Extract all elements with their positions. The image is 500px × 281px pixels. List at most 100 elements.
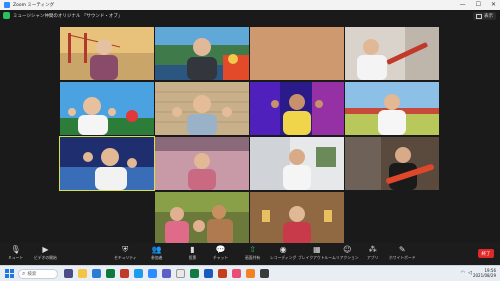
active-speaker-tile[interactable] — [59, 136, 155, 191]
participant-video — [250, 192, 344, 245]
security-button[interactable]: ⛨ セキュリティ — [114, 245, 137, 261]
record-icon: ◉ — [279, 245, 287, 254]
breakout-rooms-button[interactable]: ▦ ブレイクアウトルーム — [298, 245, 336, 261]
apps-icon: ⁂ — [368, 245, 377, 254]
excel-icon[interactable] — [190, 269, 199, 278]
participant-video — [155, 82, 249, 135]
chat-label: チャット — [213, 255, 229, 260]
participants-label: 参加者 — [151, 255, 163, 260]
participants-icon: 👥 — [151, 245, 162, 254]
file-explorer-icon[interactable] — [78, 269, 87, 278]
participant-video-tile[interactable] — [250, 27, 344, 80]
shield-icon: ⛨ — [122, 245, 129, 254]
taskbar-search[interactable]: ⌕ 検索 — [18, 269, 58, 279]
windows-taskbar: ⌕ 検索 ◠ ◁ 19:56 2021/08/29 — [0, 265, 500, 281]
share-screen-label: 画面共有 — [245, 255, 261, 260]
end-meeting-button[interactable]: 終了 — [478, 249, 494, 258]
participant-video-tile[interactable] — [345, 27, 439, 80]
mic-icon: 🎙 — [10, 245, 21, 254]
apps-button[interactable]: ⁂ アプリ — [367, 245, 378, 261]
meeting-gallery: ミュージシャン仲間のオリジナル 「サウンド・オブ」 表示 — [0, 10, 500, 245]
participant-video — [345, 137, 439, 190]
reaction-icon: ☺ — [343, 245, 352, 254]
participant-video — [250, 137, 344, 190]
wifi-icon[interactable]: ◠ — [461, 270, 465, 276]
edge-icon[interactable] — [134, 269, 143, 278]
participant-video — [155, 137, 249, 190]
encryption-shield-icon[interactable] — [3, 12, 10, 19]
maximize-button[interactable]: ☐ — [476, 1, 481, 9]
record-button[interactable]: ◉ レコーディング — [270, 245, 296, 261]
breakout-label: ブレイクアウトルーム — [298, 255, 336, 260]
view-label: 表示 — [484, 14, 493, 19]
taskbar-app-icon[interactable] — [176, 269, 185, 278]
participant-video — [155, 27, 249, 80]
taskbar-app-icon[interactable] — [260, 269, 269, 278]
participant-video — [345, 27, 439, 80]
taskbar-app-icon[interactable] — [106, 269, 115, 278]
zoom-app-icon — [4, 2, 10, 8]
gallery-view-icon — [476, 13, 482, 19]
participant-video — [345, 82, 439, 135]
chat-button[interactable]: 💬 チャット — [213, 245, 228, 261]
close-button[interactable]: ✕ — [491, 1, 496, 9]
reaction-label: リアクション — [336, 255, 359, 260]
participant-video — [60, 27, 154, 80]
meeting-toolbar: 🎙 ミュート ▶ ビデオの開始 ⛨ セキュリティ 👥 参加者 ▮ 投票 💬 チャ… — [0, 243, 500, 265]
poll-icon: ▮ — [190, 245, 195, 254]
record-label: レコーディング — [270, 255, 297, 260]
poll-button[interactable]: ▮ 投票 — [188, 245, 197, 261]
search-icon: ⌕ — [22, 270, 26, 277]
window-title: Zoom ミーティング — [13, 3, 55, 8]
participant-video-tile[interactable] — [60, 27, 154, 80]
system-tray: ◠ ◁ — [461, 270, 472, 276]
taskbar-clock[interactable]: 19:56 2021/08/29 — [473, 268, 496, 278]
participant-video-tile[interactable] — [155, 27, 249, 80]
participant-video-tile[interactable] — [250, 137, 344, 190]
meeting-name: ミュージシャン仲間のオリジナル 「サウンド・オブ」 — [13, 13, 123, 19]
view-toggle-button[interactable]: 表示 — [473, 12, 496, 20]
clock-date: 2021/08/29 — [472, 273, 496, 278]
video-icon: ▶ — [42, 245, 49, 254]
participant-video-tile[interactable] — [60, 82, 154, 135]
reactions-button[interactable]: ☺ リアクション — [336, 245, 359, 261]
participant-video — [250, 82, 344, 135]
share-screen-button[interactable]: ⇧ 画面共有 — [245, 245, 260, 261]
powerpoint-icon[interactable] — [218, 269, 227, 278]
participant-video — [60, 137, 154, 190]
taskbar-app-icon[interactable] — [64, 269, 73, 278]
apps-label: アプリ — [367, 255, 379, 260]
start-video-label: ビデオの開始 — [34, 255, 57, 260]
poll-label: 投票 — [188, 255, 197, 260]
participant-video-tile[interactable] — [155, 192, 249, 245]
mute-button[interactable]: 🎙 ミュート — [8, 245, 23, 261]
taskbar-app-icon[interactable] — [120, 269, 129, 278]
participant-video — [250, 27, 344, 80]
taskbar-app-icon[interactable] — [246, 269, 255, 278]
teams-icon[interactable] — [162, 269, 171, 278]
start-video-button[interactable]: ▶ ビデオの開始 — [34, 245, 57, 261]
participant-video-tile[interactable] — [250, 82, 344, 135]
taskbar-app-icon[interactable] — [232, 269, 241, 278]
participant-video-tile[interactable] — [345, 82, 439, 135]
participant-video — [60, 82, 154, 135]
whiteboard-label: ホワイトボード — [389, 255, 416, 260]
whiteboard-icon: ✎ — [398, 245, 406, 254]
participant-video-tile[interactable] — [155, 137, 249, 190]
whiteboard-button[interactable]: ✎ ホワイトボード — [389, 245, 416, 261]
word-icon[interactable] — [204, 269, 213, 278]
minimize-button[interactable]: — — [460, 1, 466, 9]
participants-button[interactable]: 👥 参加者 — [151, 245, 162, 261]
breakout-icon: ▦ — [313, 245, 321, 254]
speaker-icon[interactable]: ◁ — [468, 270, 472, 276]
participant-video-tile[interactable] — [250, 192, 344, 245]
security-label: セキュリティ — [114, 255, 137, 260]
participant-video-tile[interactable] — [345, 137, 439, 190]
share-screen-icon: ⇧ — [249, 245, 256, 254]
search-placeholder: 検索 — [27, 272, 37, 277]
mail-icon[interactable] — [92, 269, 101, 278]
mute-label: ミュート — [8, 255, 24, 260]
participant-video-tile[interactable] — [155, 82, 249, 135]
windows-start-icon[interactable] — [5, 269, 14, 278]
zoom-taskbar-icon[interactable] — [148, 269, 157, 278]
